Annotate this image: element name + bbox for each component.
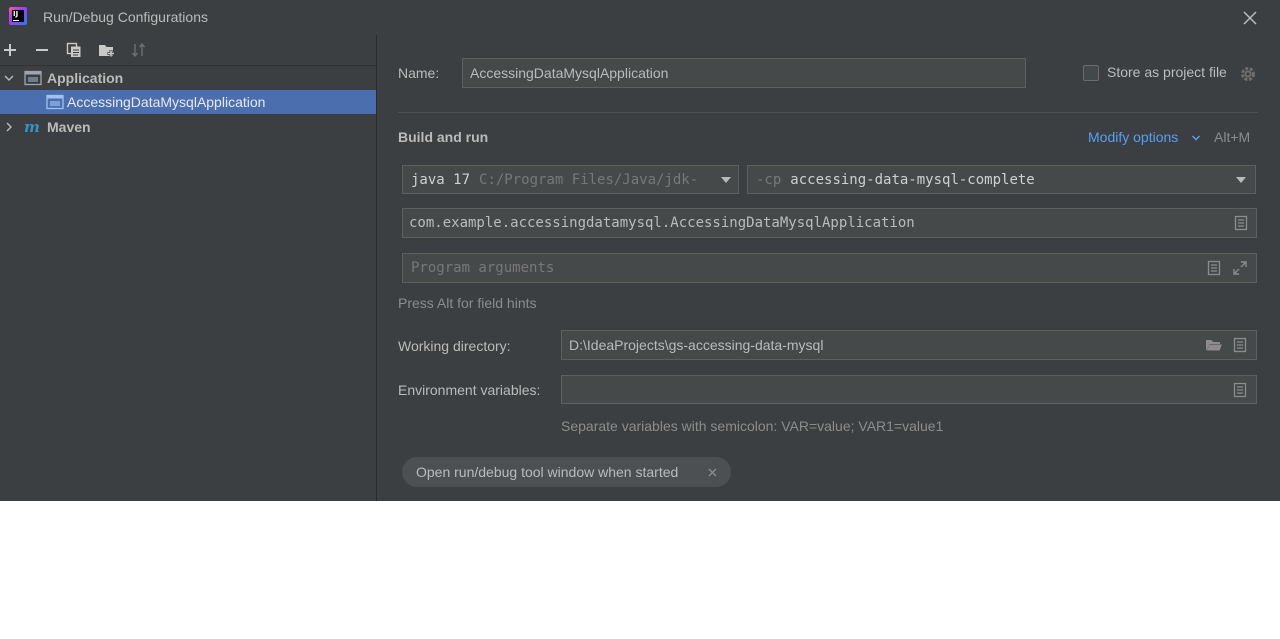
classpath-module: accessing-data-mysql-complete (790, 171, 1035, 188)
jdk-select[interactable]: java 17 C:/Program Files/Java/jdk- (402, 165, 739, 194)
add-icon[interactable] (0, 40, 20, 60)
section-title-build-and-run: Build and run (398, 129, 489, 145)
close-icon[interactable] (1238, 6, 1262, 30)
copy-icon[interactable] (64, 40, 84, 60)
maven-icon: m (24, 119, 40, 135)
jdk-name: java 17 (411, 171, 471, 188)
environment-variables-field[interactable] (561, 375, 1257, 404)
tree-item-maven[interactable]: m Maven (0, 115, 376, 139)
new-folder-icon[interactable] (97, 40, 117, 60)
section-separator (398, 112, 1258, 113)
configurations-toolbar (0, 35, 376, 65)
run-debug-configurations-dialog: IJ Run/Debug Configurations Application … (0, 0, 1280, 501)
working-directory-label: Working directory: (398, 338, 511, 354)
remove-option-icon[interactable] (707, 467, 718, 478)
working-directory-field[interactable]: D:\IdeaProjects\gs-accessing-data-mysql (561, 330, 1257, 360)
environment-variables-hint: Separate variables with semicolon: VAR=v… (561, 418, 944, 434)
classpath-prefix: -cp (756, 171, 782, 188)
open-tool-window-option-chip[interactable]: Open run/debug tool window when started (402, 457, 731, 487)
title-bar: IJ Run/Debug Configurations (0, 0, 1280, 35)
remove-icon[interactable] (32, 40, 52, 60)
main-class-value: com.example.accessingdatamysql.Accessing… (409, 215, 915, 231)
name-label: Name: (398, 65, 440, 81)
window-title: Run/Debug Configurations (43, 9, 208, 25)
gear-icon[interactable] (1239, 65, 1257, 83)
dropdown-arrow-icon[interactable] (1235, 175, 1247, 185)
tree-item-accessingdatamysqlapplication[interactable]: AccessingDataMysqlApplication (0, 90, 376, 114)
insert-macro-icon[interactable] (1207, 260, 1221, 276)
chevron-right-icon[interactable] (3, 121, 15, 133)
folder-open-icon[interactable] (1205, 337, 1223, 353)
chevron-down-icon[interactable] (1191, 133, 1201, 143)
program-arguments-field[interactable]: Program arguments (402, 253, 1257, 283)
classpath-module-select[interactable]: -cp accessing-data-mysql-complete (747, 165, 1256, 194)
application-icon (24, 70, 42, 86)
working-directory-value: D:\IdeaProjects\gs-accessing-data-mysql (569, 337, 824, 353)
configurations-panel: Application AccessingDataMysqlApplicatio… (0, 35, 376, 501)
configuration-editor: Name: AccessingDataMysqlApplication Stor… (377, 35, 1280, 501)
insert-macro-icon[interactable] (1233, 337, 1247, 353)
tree-item-label: Application (47, 70, 124, 86)
application-config-icon (46, 94, 64, 110)
program-arguments-placeholder: Program arguments (411, 260, 555, 276)
name-field[interactable]: AccessingDataMysqlApplication (462, 58, 1026, 88)
tree-item-application[interactable]: Application (0, 66, 376, 90)
modify-options-shortcut: Alt+M (1214, 129, 1251, 145)
chevron-down-icon[interactable] (3, 72, 15, 84)
jdk-path: C:/Program Files/Java/jdk- (479, 171, 699, 188)
store-as-project-file-checkbox[interactable] (1083, 65, 1099, 81)
name-value: AccessingDataMysqlApplication (470, 65, 669, 81)
sort-icon[interactable] (129, 40, 149, 60)
modify-options-link[interactable]: Modify options (1088, 129, 1178, 145)
browse-icon[interactable] (1234, 215, 1248, 231)
tree-item-label: AccessingDataMysqlApplication (67, 94, 266, 110)
chip-label: Open run/debug tool window when started (416, 464, 679, 480)
intellij-logo-icon: IJ (9, 7, 27, 25)
environment-variables-label: Environment variables: (398, 382, 541, 398)
tree-item-label: Maven (47, 119, 91, 135)
svg-text:m: m (24, 119, 40, 135)
field-hints-text: Press Alt for field hints (398, 295, 537, 311)
expand-icon[interactable] (1232, 260, 1248, 276)
main-class-field[interactable]: com.example.accessingdatamysql.Accessing… (402, 208, 1257, 238)
store-as-project-file-label: Store as project file (1107, 64, 1227, 80)
edit-environment-icon[interactable] (1233, 382, 1247, 398)
dropdown-arrow-icon[interactable] (720, 175, 732, 185)
